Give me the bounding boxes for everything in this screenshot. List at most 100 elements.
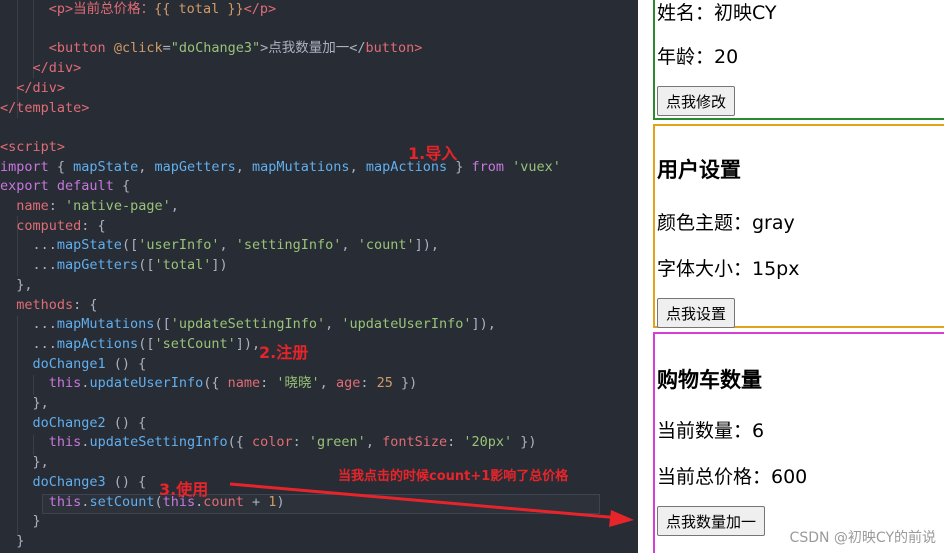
code-line[interactable]: this.updateUserInfo({ name: '晓晓', age: 2… [0,373,417,393]
code-editor[interactable]: <p>当前总价格：{{ total }}</p> <button @click=… [0,0,638,553]
code-line[interactable]: name: 'native-page', [0,196,179,216]
code-line[interactable]: doChange2 () { [0,413,147,433]
code-line[interactable]: </div> [0,78,65,98]
code-token: name [16,198,49,214]
code-token: ) [276,493,285,510]
code-line[interactable]: } [0,511,41,531]
code-line[interactable]: <p>当前总价格：{{ total }}</p> [0,0,276,19]
code-token: ([ [121,237,139,254]
code-line[interactable]: computed: { [0,216,106,236]
code-token: <p>当前总价格： [48,1,155,17]
cart-count-text: 当前数量：6 [657,420,765,442]
code-token: color [252,434,293,451]
code-token: , [365,434,383,451]
code-line[interactable]: this.updateSettingInfo({ color: 'green',… [0,432,537,452]
code-token: <button [48,40,106,57]
code-line[interactable]: <script> [0,137,65,157]
code-line[interactable]: import { mapState, mapGetters, mapMutati… [0,157,561,177]
code-token: mapActions [56,335,139,352]
code-token: , [170,198,179,214]
code-token: mapGetters [154,158,236,175]
code-token: ... [0,335,57,352]
code-token: ([ [138,257,155,274]
code-line[interactable]: methods: { [0,295,97,315]
code-token: , [235,158,253,175]
modify-button[interactable]: 点我修改 [657,86,736,116]
code-token: '20px' [463,434,513,451]
code-token: }) [392,375,418,392]
code-token: , [138,158,155,175]
code-token: : { [81,217,106,234]
code-token: methods [16,296,74,313]
code-token: </template> [0,99,90,116]
code-token: , [219,237,236,254]
annotation-use: 3.使用 [159,480,209,499]
code-token: }, [0,276,33,293]
code-line[interactable]: this.setCount(this.count + 1) [0,492,285,512]
code-token: ([ [154,316,171,333]
code-token: 'total' [154,257,212,274]
code-token: ]) [211,257,228,274]
increment-count-button[interactable]: 点我数量加一 [657,506,766,536]
code-token: = [162,40,171,57]
code-line[interactable]: }, [0,393,49,413]
code-line[interactable]: </div> [0,58,82,78]
code-token: updateUserInfo [89,375,204,392]
cart-title: 购物车数量 [657,368,762,392]
code-token: <script> [0,138,66,155]
code-token: , [341,237,358,254]
code-token: this [48,434,82,451]
code-token: import [0,158,49,175]
code-token: : [48,198,66,214]
code-token: { [48,158,74,175]
code-line[interactable]: ...mapMutations(['updateSettingInfo', 'u… [0,314,496,334]
code-token: }, [0,395,49,411]
code-token: 'vuex' [512,158,561,175]
code-line[interactable]: export default { [0,176,130,196]
code-line[interactable]: ...mapGetters(['total']) [0,255,228,275]
code-token: ({ [203,375,228,392]
code-token: name [227,375,261,392]
color-theme-text: 颜色主题：gray [657,212,795,234]
code-line[interactable]: } [0,531,24,551]
code-token: ]), [235,335,261,352]
user-info-section: 姓名：初映CY 年龄：20 点我修改 [653,0,944,120]
settings-button[interactable]: 点我设置 [657,298,736,328]
code-line[interactable]: ...mapActions(['setCount']), [0,334,261,354]
code-token: </div> [16,79,66,96]
code-line[interactable]: doChange3 () { [0,472,147,492]
code-line[interactable]: </template> [0,98,89,118]
code-line[interactable]: <button @click="doChange3">点我数量加一</butto… [0,38,423,58]
code-token: updateSettingInfo [89,434,228,451]
code-line[interactable]: ...mapState(['userInfo', 'settingInfo', … [0,235,439,255]
settings-title: 用户设置 [657,158,741,182]
code-token: ({ [227,434,252,451]
user-name-text: 姓名：初映CY [657,2,777,24]
code-token: , [349,158,366,175]
annotation-import: 1.导入 [408,144,458,163]
code-token: age [335,375,361,392]
code-token: 'green' [308,434,366,451]
code-token: : [447,434,464,451]
code-token: @click [105,40,163,57]
code-token: button> [365,40,423,57]
code-token: this [48,375,82,392]
code-line[interactable]: }, [0,452,49,472]
annotation-register: 2.注册 [259,343,309,362]
code-token: mapState [56,237,122,254]
code-token: doChange1 [32,355,106,372]
user-age-text: 年龄：20 [657,46,739,68]
code-line[interactable]: }, [0,275,33,295]
code-line[interactable]: doChange1 () { [0,354,147,374]
code-token: setCount [89,493,155,510]
code-token: + [243,493,269,510]
code-token: 'setCount' [154,335,236,352]
